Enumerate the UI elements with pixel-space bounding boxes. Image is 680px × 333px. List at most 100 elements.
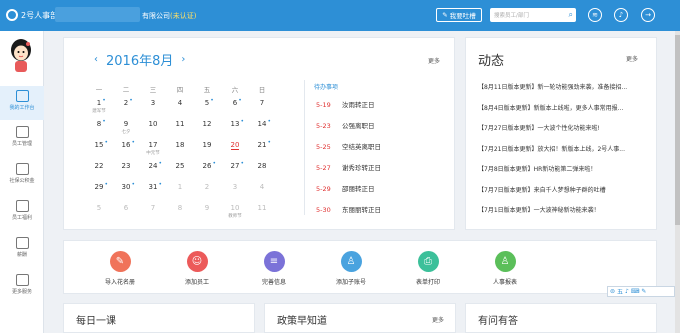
calendar-day[interactable]: 10 教师节 — [220, 204, 250, 219]
todo-date: 5-30 — [316, 206, 331, 214]
calendar-day[interactable]: 6 — [111, 204, 141, 212]
sidebar-item-social-security[interactable]: 社保公积金 — [0, 163, 44, 184]
calendar-day[interactable]: 7 — [138, 204, 168, 212]
calendar-day[interactable]: 26 • — [192, 160, 222, 170]
day-number: 30 — [121, 183, 131, 191]
policy-more-link[interactable]: 更多 — [432, 315, 444, 324]
sidebar-item-payroll[interactable]: 薪酬 — [0, 237, 44, 258]
calendar-day[interactable]: 20 — [220, 141, 250, 150]
calendar-day[interactable]: 9 — [192, 204, 222, 212]
calendar-day[interactable]: 1 — [165, 183, 195, 191]
calendar-day[interactable]: 29 • — [84, 181, 114, 191]
scrollbar-thumb[interactable] — [675, 35, 680, 225]
next-month-icon[interactable]: › — [181, 54, 185, 65]
calendar-day[interactable]: 22 — [84, 162, 114, 170]
day-number: 15 — [94, 141, 104, 149]
day-number: 20 — [230, 141, 240, 150]
calendar-day[interactable]: 1 • 建军节 — [84, 97, 114, 114]
quick-action[interactable]: ≡ 完善信息 — [239, 251, 309, 286]
quick-action-label: 添加员工 — [184, 279, 209, 286]
calendar-day[interactable]: 13 • — [220, 118, 250, 128]
bell-icon[interactable]: ♪ — [614, 8, 628, 22]
news-item[interactable]: 【8月11日版本更新】新一轮功能强劲来袭，准备接招... — [478, 82, 650, 91]
calendar-day[interactable]: 6 • — [220, 97, 250, 107]
calendar-day[interactable]: 25 — [165, 162, 195, 170]
calendar-day[interactable]: 14 • — [247, 118, 277, 128]
calendar-day[interactable]: 3 — [220, 183, 250, 191]
quick-action[interactable]: ⎙ 表单打印 — [393, 251, 463, 286]
quick-action[interactable]: ✎ 导入花名册 — [85, 251, 155, 286]
calendar-day[interactable]: 19 — [192, 141, 222, 149]
calendar-day[interactable]: 21 • — [247, 139, 277, 149]
sidebar-item-benefits[interactable]: 员工福利 — [0, 200, 44, 221]
app-logo[interactable]: 2号人事部 — [6, 9, 58, 21]
calendar-day[interactable]: 11 — [165, 120, 195, 128]
news-item[interactable]: 【7月8日版本更新】HR新功能第二弹来啦！ — [478, 164, 650, 173]
search-icon[interactable]: ⌕ — [569, 10, 573, 20]
calendar-day[interactable]: 2 — [192, 183, 222, 191]
day-number: 8 — [177, 204, 183, 212]
news-item[interactable]: 【7月7日版本更新】来自千人梦想种子群的吐槽 — [478, 185, 650, 194]
calendar-day[interactable]: 3 — [138, 99, 168, 107]
calendar-day[interactable]: 5 — [84, 204, 114, 212]
quick-action[interactable]: ♙ 添加子账号 — [316, 251, 386, 286]
todo-item[interactable]: 5-27 谢秀珍转正日 — [316, 162, 381, 172]
sidebar-item-employees[interactable]: 员工管理 — [0, 126, 44, 147]
calendar-day[interactable]: 16 • — [111, 139, 141, 149]
todo-item[interactable]: 5-30 东丽丽转正日 — [316, 204, 381, 214]
calendar-day[interactable]: 27 • — [220, 160, 250, 170]
message-icon[interactable]: ≋ — [588, 8, 602, 22]
todo-item[interactable]: 5-19 汝雨转正日 — [316, 99, 375, 109]
calendar-day[interactable]: 28 — [247, 162, 277, 170]
logout-icon[interactable]: → — [641, 8, 655, 22]
quick-action[interactable]: ☺ 添加员工 — [162, 251, 232, 286]
todo-text: 谢秀珍转正日 — [342, 164, 381, 172]
calendar-day[interactable]: 15 • — [84, 139, 114, 149]
news-item[interactable]: 【7月1日版本更新】一大波神秘新功能来袭！ — [478, 205, 650, 214]
quick-action[interactable]: ♙ 人事报表 — [470, 251, 540, 286]
news-more-link[interactable]: 更多 — [626, 54, 638, 63]
calendar-day[interactable]: 30 • — [111, 181, 141, 191]
calendar-day[interactable]: 24 • — [138, 160, 168, 170]
calendar-day[interactable]: 4 — [247, 183, 277, 191]
scrollbar[interactable] — [675, 31, 680, 333]
news-item[interactable]: 【7月21日版本更新】放大招！新版本上线，2号人事... — [478, 144, 650, 153]
calendar-day[interactable]: 4 — [165, 99, 195, 107]
todo-item[interactable]: 5-29 邵丽转正日 — [316, 183, 375, 193]
day-number: 27 — [230, 162, 240, 170]
calendar-more-link[interactable]: 更多 — [428, 56, 440, 65]
sidebar-item-workbench[interactable]: 我的工作台 — [0, 86, 44, 120]
calendar-day[interactable]: 5 • — [192, 97, 222, 107]
todo-item[interactable]: 5-23 公强离职日 — [316, 120, 375, 130]
calendar-day[interactable]: 8 — [165, 204, 195, 212]
event-dot-icon: • — [212, 160, 216, 167]
calendar-day[interactable]: 7 — [247, 99, 277, 107]
employee-icon — [15, 126, 29, 138]
event-dot-icon: • — [104, 139, 108, 146]
calendar-day[interactable]: 10 — [138, 120, 168, 128]
cert-status[interactable]: (未认证) — [170, 12, 196, 20]
ime-toolbar[interactable]: ⊜ 五 ♪ ⌨ ✎ — [607, 286, 675, 297]
calendar-day[interactable]: 8 • — [84, 118, 114, 128]
calendar-day[interactable]: 23 — [111, 162, 141, 170]
sidebar-item-more-services[interactable]: 更多服务 — [0, 274, 44, 295]
calendar-day[interactable]: 9 七夕 — [111, 120, 141, 135]
calendar-day[interactable]: 11 — [247, 204, 277, 212]
todo-item[interactable]: 5-25 空结英离职日 — [316, 141, 381, 151]
news-item[interactable]: 【8月4日版本更新】新版本上线啦，更多人事常用报... — [478, 103, 650, 112]
avatar[interactable] — [8, 38, 34, 74]
feedback-button[interactable]: ✎ 我要吐槽 — [436, 8, 482, 22]
event-dot-icon: • — [238, 97, 242, 104]
day-number: 4 — [259, 183, 265, 191]
quick-action-icon: ⎙ — [417, 251, 439, 272]
news-item[interactable]: 【7月27日版本更新】一大波个性化功能来啦! — [478, 123, 650, 132]
prev-month-icon[interactable]: ‹ — [94, 54, 98, 65]
calendar-day[interactable]: 31 • — [138, 181, 168, 191]
calendar-day[interactable]: 12 — [192, 120, 222, 128]
calendar-day[interactable]: 18 — [165, 141, 195, 149]
calendar-day[interactable]: 17 中元节 — [138, 141, 168, 156]
search-input[interactable]: 搜索员工/部门 ⌕ — [490, 8, 576, 22]
event-dot-icon: • — [240, 118, 244, 125]
monitor-icon — [15, 90, 29, 102]
calendar-day[interactable]: 2 • — [111, 97, 141, 107]
